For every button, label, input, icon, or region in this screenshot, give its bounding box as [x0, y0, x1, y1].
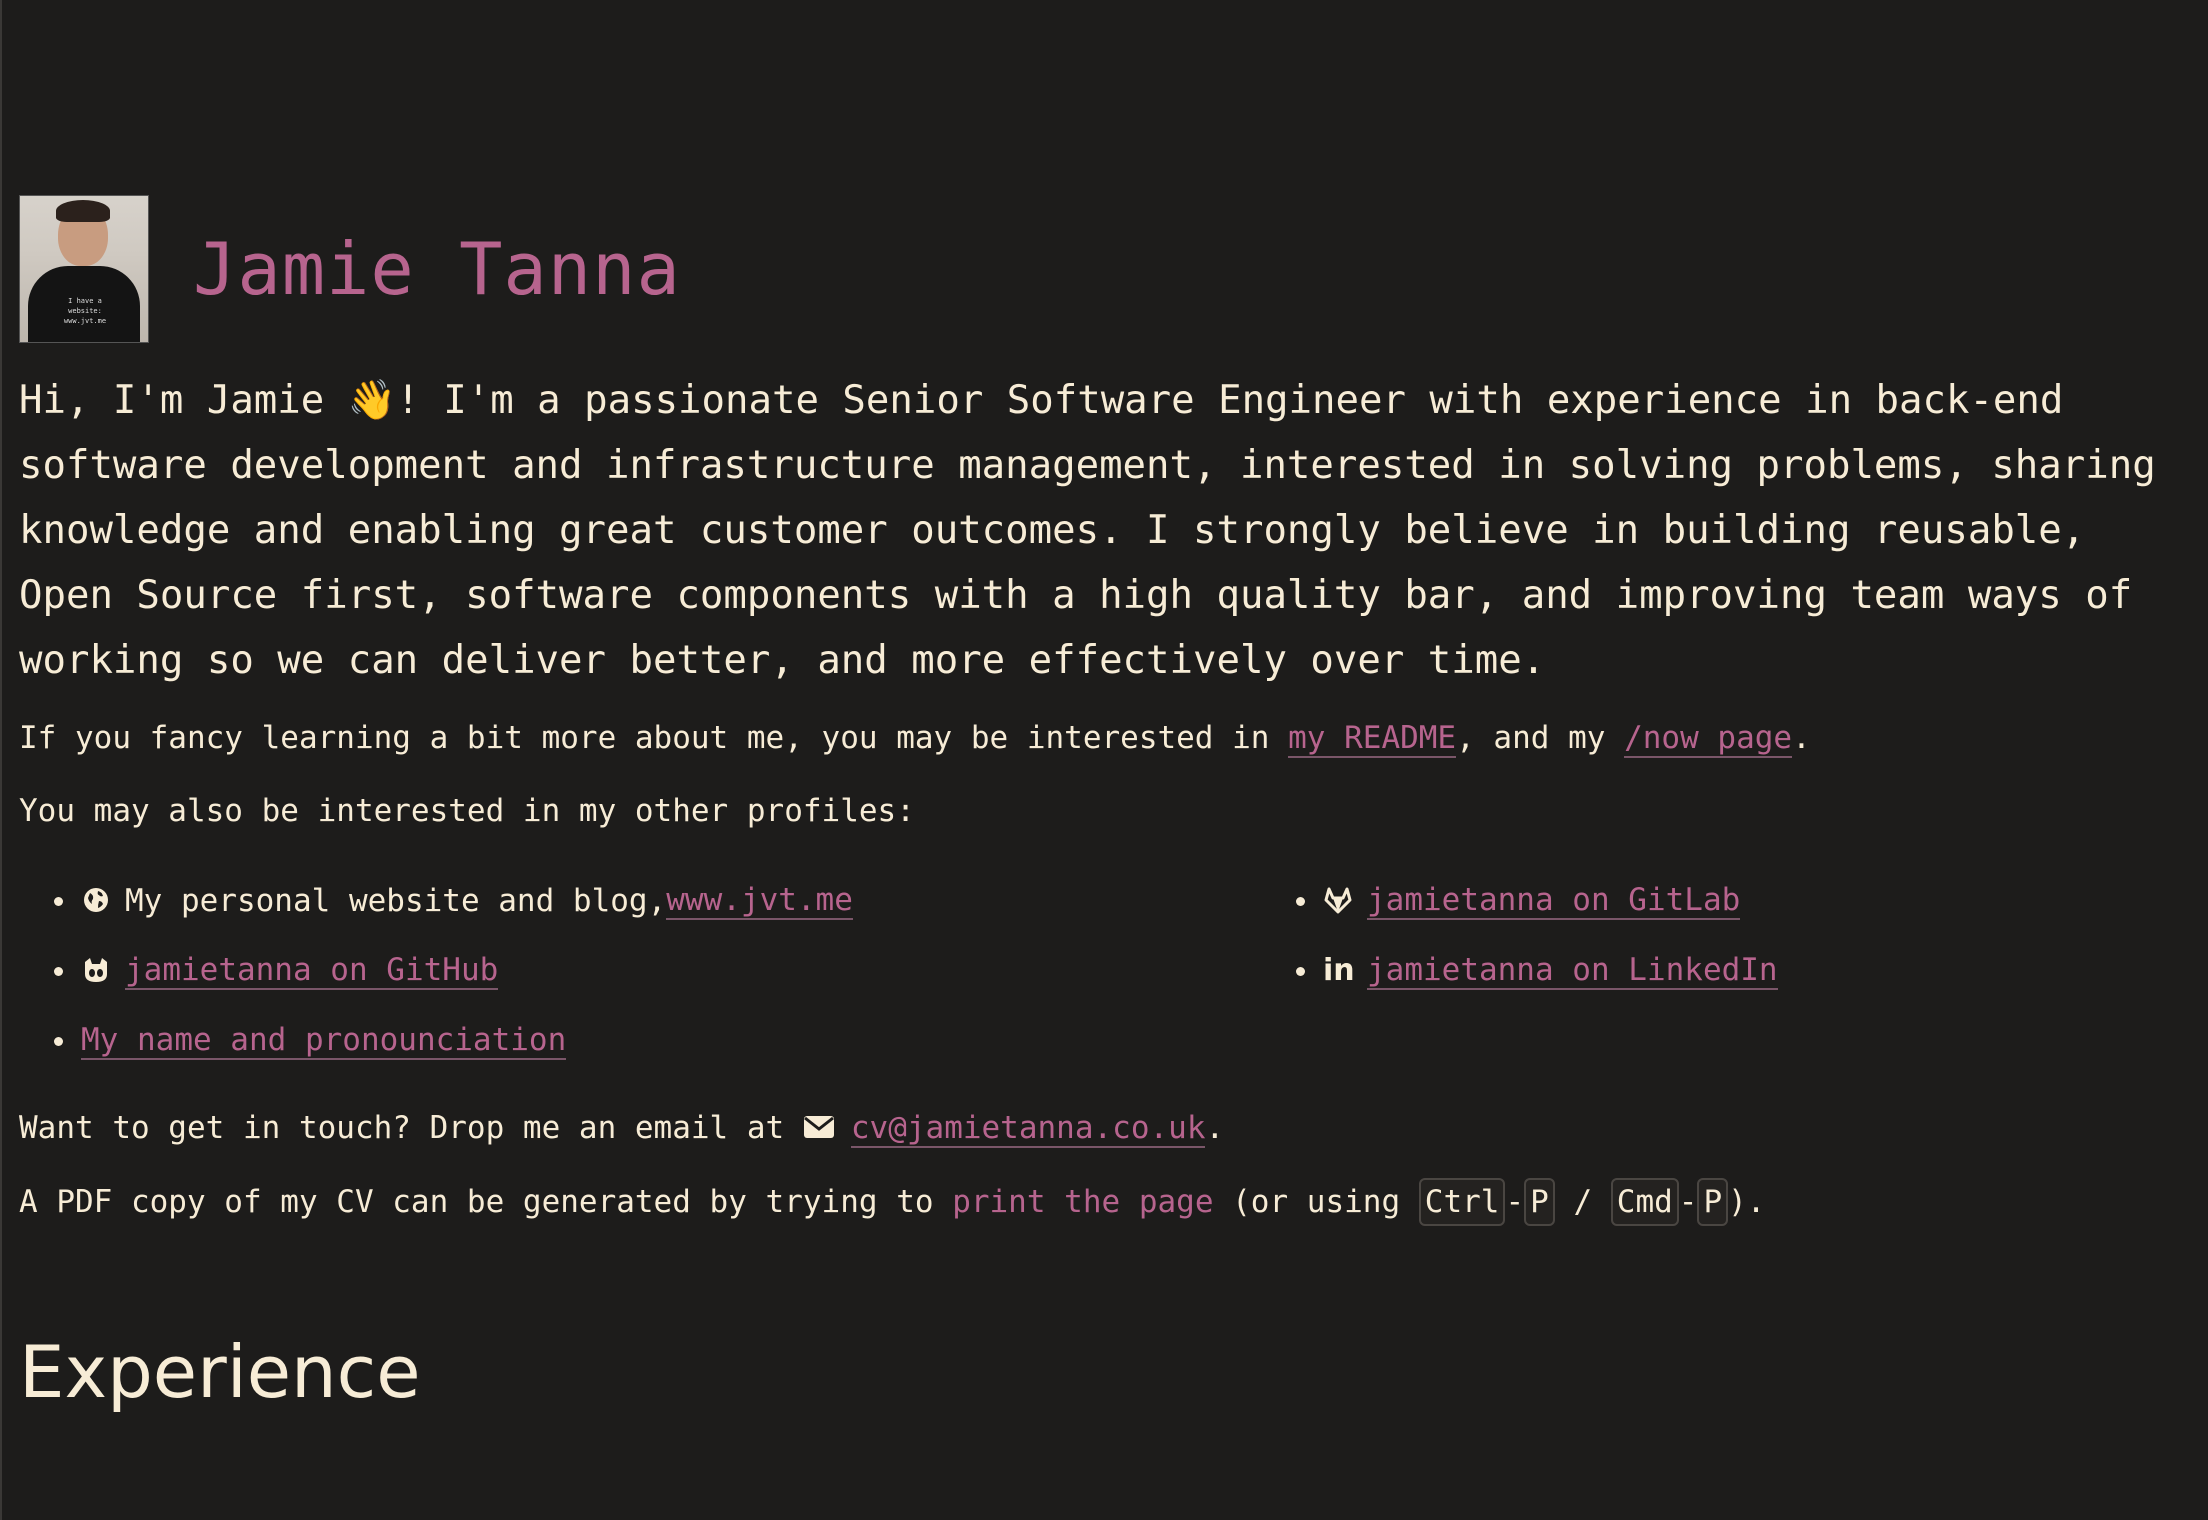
key-separator: -: [1505, 1184, 1525, 1220]
avatar: I have a website: www.jvt.me: [19, 195, 149, 343]
pdf-paragraph: A PDF copy of my CV can be generated by …: [19, 1178, 1765, 1226]
learn-more-prefix: If you fancy learning a bit more about m…: [19, 720, 1289, 756]
linkedin-link[interactable]: jamietanna on LinkedIn: [1367, 952, 1778, 990]
gitlab-link[interactable]: jamietanna on GitLab: [1367, 882, 1741, 920]
intro-text-rest: ! I'm a passionate Senior Software Engin…: [19, 378, 2156, 683]
list-item-pronunciation: My name and pronounciation: [54, 1022, 567, 1060]
contact-paragraph: Want to get in touch? Drop me an email a…: [19, 1110, 1225, 1148]
ctrl-key: Ctrl: [1418, 1178, 1506, 1226]
contact-prefix: Want to get in touch? Drop me an email a…: [19, 1110, 803, 1146]
page-title: Jamie Tanna: [193, 227, 681, 311]
gitlab-icon: [1323, 886, 1353, 916]
list-item-github: jamietanna on GitHub: [54, 952, 499, 990]
bullet: [54, 1036, 63, 1046]
p-key: P: [1697, 1178, 1729, 1226]
bullet: [1296, 896, 1305, 906]
list-item-website: My personal website and blog, www.jvt.me: [54, 882, 853, 920]
key-combo-separator: /: [1554, 1184, 1611, 1220]
website-prefix: My personal website and blog,: [125, 883, 667, 919]
avatar-shirt-text-line1: I have a website:: [68, 297, 102, 315]
now-page-link[interactable]: /now page: [1624, 720, 1793, 758]
pronunciation-link[interactable]: My name and pronounciation: [81, 1022, 567, 1060]
print-page-link[interactable]: print the page: [952, 1184, 1213, 1220]
linkedin-icon: in: [1323, 953, 1355, 988]
intro-paragraph: Hi, I'm Jamie 👋! I'm a passionate Senior…: [19, 368, 2199, 693]
experience-heading: Experience: [19, 1330, 421, 1414]
intro-text-start: Hi, I'm Jamie: [19, 378, 348, 423]
bullet: [54, 966, 63, 976]
cmd-key: Cmd: [1610, 1178, 1679, 1226]
avatar-shirt-text: I have a website: www.jvt.me: [50, 296, 120, 326]
avatar-hair: [56, 200, 110, 222]
website-link[interactable]: www.jvt.me: [666, 882, 853, 920]
profile-header: I have a website: www.jvt.me Jamie Tanna: [19, 195, 681, 343]
profiles-heading: You may also be interested in my other p…: [19, 793, 915, 829]
email-link[interactable]: cv@jamietanna.co.uk: [850, 1110, 1206, 1148]
learn-more-middle: , and my: [1456, 720, 1625, 756]
list-item-linkedin: in jamietanna on LinkedIn: [1296, 952, 1778, 990]
waving-hand-emoji: 👋: [347, 378, 397, 423]
globe-icon: [81, 886, 111, 916]
github-link[interactable]: jamietanna on GitHub: [125, 952, 499, 990]
key-separator: -: [1678, 1184, 1698, 1220]
pdf-prefix: A PDF copy of my CV can be generated by …: [19, 1184, 953, 1220]
envelope-icon: [803, 1115, 834, 1145]
pdf-suffix: ).: [1728, 1184, 1766, 1220]
readme-link[interactable]: my README: [1288, 720, 1457, 758]
learn-more-suffix: .: [1792, 720, 1811, 756]
window-left-edge: [0, 0, 2, 1520]
p-key: P: [1524, 1178, 1555, 1226]
avatar-shirt-text-line2: www.jvt.me: [63, 317, 107, 325]
learn-more-paragraph: If you fancy learning a bit more about m…: [19, 720, 1811, 758]
pdf-middle: (or using: [1213, 1184, 1419, 1220]
github-icon: [81, 956, 111, 986]
list-item-gitlab: jamietanna on GitLab: [1296, 882, 1741, 920]
contact-suffix: .: [1205, 1110, 1225, 1146]
bullet: [1296, 966, 1305, 976]
bullet: [54, 896, 63, 906]
